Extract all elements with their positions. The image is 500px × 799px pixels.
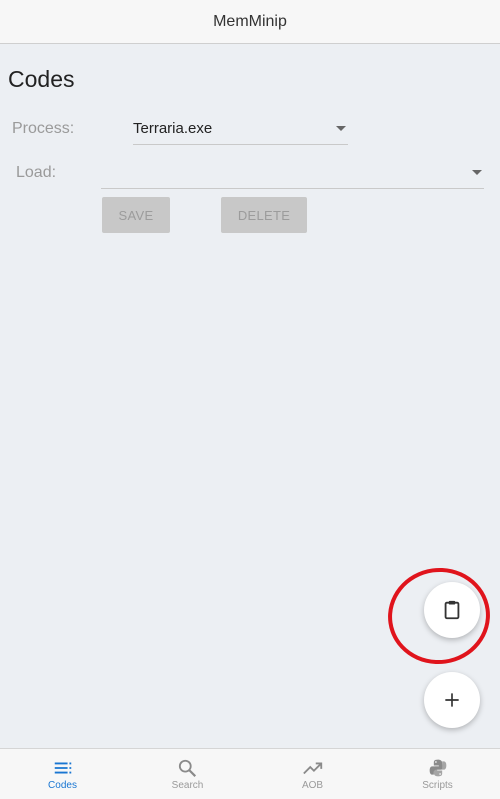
trending-up-icon bbox=[302, 758, 324, 778]
bottom-nav: Codes Search AOB Scripts bbox=[0, 748, 500, 799]
nav-item-search[interactable]: Search bbox=[125, 749, 250, 799]
nav-label-codes: Codes bbox=[48, 780, 77, 791]
process-select-value: Terraria.exe bbox=[133, 120, 213, 137]
nav-label-search: Search bbox=[171, 780, 204, 791]
app-title: MemMinip bbox=[213, 12, 287, 30]
nav-label-aob: AOB bbox=[301, 780, 324, 791]
search-icon bbox=[177, 758, 199, 778]
nav-label-scripts: Scripts bbox=[422, 780, 453, 791]
load-select[interactable] bbox=[101, 158, 484, 189]
process-label: Process: bbox=[12, 120, 75, 137]
process-select[interactable]: Terraria.exe bbox=[133, 114, 348, 145]
nav-item-scripts[interactable]: Scripts bbox=[375, 749, 500, 799]
paste-fab-button[interactable] bbox=[424, 582, 480, 638]
caret-down-icon bbox=[472, 170, 482, 175]
plus-icon bbox=[442, 690, 462, 710]
clipboard-icon bbox=[441, 599, 463, 621]
add-fab-button[interactable] bbox=[424, 672, 480, 728]
nav-item-codes[interactable]: Codes bbox=[0, 749, 125, 799]
page-title: Codes bbox=[8, 66, 75, 92]
list-icon bbox=[52, 758, 74, 778]
caret-down-icon bbox=[336, 126, 346, 131]
app-bar: MemMinip bbox=[0, 0, 500, 44]
python-icon bbox=[427, 758, 449, 778]
nav-item-aob[interactable]: AOB bbox=[250, 749, 375, 799]
load-label: Load: bbox=[16, 164, 57, 181]
save-button[interactable]: SAVE bbox=[102, 197, 170, 233]
delete-button[interactable]: DELETE bbox=[221, 197, 307, 233]
